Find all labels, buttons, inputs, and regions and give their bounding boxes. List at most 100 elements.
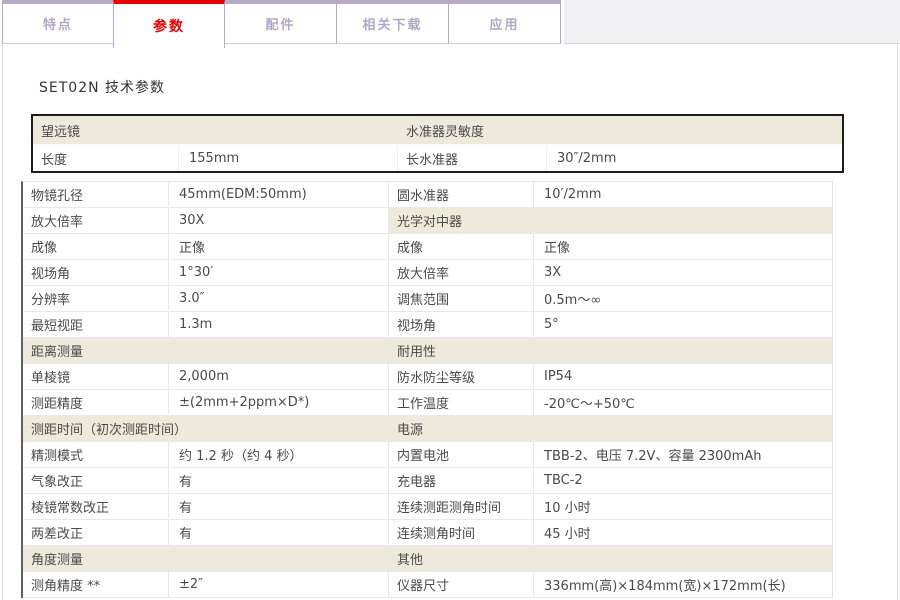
spec-value: 1.3m	[168, 312, 388, 337]
spec-pair: 连续测角时间45 小时	[388, 520, 832, 545]
spec-value: 336mm(高)×184mm(宽)×172mm(长)	[533, 572, 832, 597]
spec-section-header: 距离测量	[23, 338, 388, 363]
spec-section-label: 光学对中器	[389, 208, 832, 233]
spec-pair: 连续测距测角时间10 小时	[388, 494, 832, 519]
spec-section-header: 光学对中器	[388, 208, 832, 233]
spec-label: 单棱镜	[23, 364, 168, 389]
spec-row: 角度测量其他	[23, 546, 832, 572]
spec-section-header: 角度测量	[23, 546, 388, 571]
spec-pair: 测角精度 **±2″	[23, 572, 388, 597]
spec-value: 有	[168, 520, 388, 545]
summary-label-plate-level: 长水准器	[397, 145, 546, 171]
spec-section-header: 电源	[388, 416, 832, 441]
summary-header-level-sensitivity: 水准器灵敏度	[404, 116, 842, 144]
summary-box: 望远镜 水准器灵敏度 长度 155mm 长水准器 30″/2mm	[31, 114, 844, 173]
spec-pair: 分辨率3.0″	[23, 286, 388, 311]
spec-value: TBC-2	[533, 468, 832, 493]
spec-row: 最短视距1.3m视场角5°	[23, 312, 832, 338]
spec-label: 内置电池	[389, 442, 533, 467]
spec-value: ±2″	[168, 572, 388, 597]
spec-label: 两差改正	[23, 520, 168, 545]
summary-data-row: 长度 155mm 长水准器 30″/2mm	[33, 145, 842, 171]
spec-pair: 测距精度±(2mm+2ppm×D*)	[23, 390, 388, 415]
spec-label: 视场角	[23, 260, 168, 285]
page: 特点参数配件相关下载应用 SET02N 技术参数 望远镜 水准器灵敏度 长度 1…	[0, 0, 900, 600]
spec-label: 放大倍率	[23, 208, 168, 233]
spec-label: 圆水准器	[389, 182, 533, 207]
spec-row: 测角精度 **±2″仪器尺寸336mm(高)×184mm(宽)×172mm(长)	[23, 572, 832, 598]
tab-accessories[interactable]: 配件	[225, 0, 337, 44]
spec-row: 单棱镜2,000m防水防尘等级IP54	[23, 364, 832, 390]
spec-value: IP54	[533, 364, 832, 389]
spec-pair: 视场角5°	[388, 312, 832, 337]
spec-label: 棱镜常数改正	[23, 494, 168, 519]
spec-label: 放大倍率	[389, 260, 533, 285]
spec-section-header: 测距时间（初次测距时间）	[23, 416, 388, 441]
spec-value: 30X	[168, 208, 388, 233]
spec-value: 2,000m	[168, 364, 388, 389]
page-title: SET02N 技术参数	[39, 77, 165, 97]
spec-label: 精测模式	[23, 442, 168, 467]
spec-value: 约 1.2 秒（约 4 秒）	[168, 442, 388, 467]
spec-row: 成像正像成像正像	[23, 234, 832, 260]
spec-pair: 调焦范围0.5m～∞	[388, 286, 832, 311]
spec-value: 1°30′	[168, 260, 388, 285]
spec-value: 10 小时	[533, 494, 832, 519]
spec-pair: 最短视距1.3m	[23, 312, 388, 337]
tab-bar-filler	[564, 0, 900, 44]
spec-pair: 视场角1°30′	[23, 260, 388, 285]
spec-label: 仪器尺寸	[389, 572, 533, 597]
spec-section-header: 耐用性	[388, 338, 832, 363]
spec-value: 有	[168, 494, 388, 519]
spec-label: 最短视距	[23, 312, 168, 337]
spec-row: 精测模式约 1.2 秒（约 4 秒）内置电池TBB-2、电压 7.2V、容量 2…	[23, 442, 832, 468]
spec-value: 正像	[533, 234, 832, 259]
spec-label: 测距精度	[23, 390, 168, 415]
spec-section-label: 耐用性	[389, 338, 832, 363]
spec-pair: 气象改正有	[23, 468, 388, 493]
spec-pair: 内置电池TBB-2、电压 7.2V、容量 2300mAh	[388, 442, 832, 467]
spec-pair: 棱镜常数改正有	[23, 494, 388, 519]
spec-label: 测角精度 **	[23, 572, 168, 597]
summary-value-plate-level: 30″/2mm	[546, 145, 842, 171]
summary-label-length: 长度	[33, 145, 178, 171]
spec-row: 放大倍率30X光学对中器	[23, 208, 832, 234]
spec-section-label: 距离测量	[23, 338, 388, 363]
spec-row: 两差改正有连续测角时间45 小时	[23, 520, 832, 546]
spec-value: 3X	[533, 260, 832, 285]
spec-value: TBB-2、电压 7.2V、容量 2300mAh	[533, 442, 832, 467]
spec-label: 充电器	[389, 468, 533, 493]
tab-applications[interactable]: 应用	[449, 0, 561, 44]
spec-pair: 仪器尺寸336mm(高)×184mm(宽)×172mm(长)	[388, 572, 832, 597]
spec-row: 物镜孔径45mm(EDM:50mm)圆水准器10′/2mm	[23, 182, 832, 208]
spec-label: 分辨率	[23, 286, 168, 311]
spec-value: 10′/2mm	[533, 182, 832, 207]
spec-section-label: 电源	[389, 416, 832, 441]
spec-label: 调焦范围	[389, 286, 533, 311]
spec-value: -20℃～+50℃	[533, 390, 832, 415]
spec-pair: 圆水准器10′/2mm	[388, 182, 832, 207]
spec-section-header: 其他	[388, 546, 832, 571]
spec-pair: 精测模式约 1.2 秒（约 4 秒）	[23, 442, 388, 467]
spec-pair: 成像正像	[23, 234, 388, 259]
spec-value: 45 小时	[533, 520, 832, 545]
spec-label: 物镜孔径	[23, 182, 168, 207]
spec-pair: 放大倍率30X	[23, 208, 388, 233]
tab-features[interactable]: 特点	[2, 0, 114, 44]
spec-label: 气象改正	[23, 468, 168, 493]
spec-value: 3.0″	[168, 286, 388, 311]
tab-parameters[interactable]: 参数	[113, 0, 225, 48]
spec-pair: 放大倍率3X	[388, 260, 832, 285]
spec-value: 有	[168, 468, 388, 493]
tab-downloads[interactable]: 相关下载	[337, 0, 449, 44]
spec-row: 棱镜常数改正有连续测距测角时间10 小时	[23, 494, 832, 520]
content-panel: SET02N 技术参数 望远镜 水准器灵敏度 长度 155mm 长水准器 30″…	[2, 44, 898, 600]
spec-label: 连续测距测角时间	[389, 494, 533, 519]
spec-value: 0.5m～∞	[533, 286, 832, 311]
spec-row: 测距精度±(2mm+2ppm×D*)工作温度-20℃～+50℃	[23, 390, 832, 416]
tab-bar: 特点参数配件相关下载应用	[0, 0, 900, 48]
spec-label: 连续测角时间	[389, 520, 533, 545]
spec-row: 距离测量耐用性	[23, 338, 832, 364]
spec-row: 测距时间（初次测距时间）电源	[23, 416, 832, 442]
spec-pair: 成像正像	[388, 234, 832, 259]
